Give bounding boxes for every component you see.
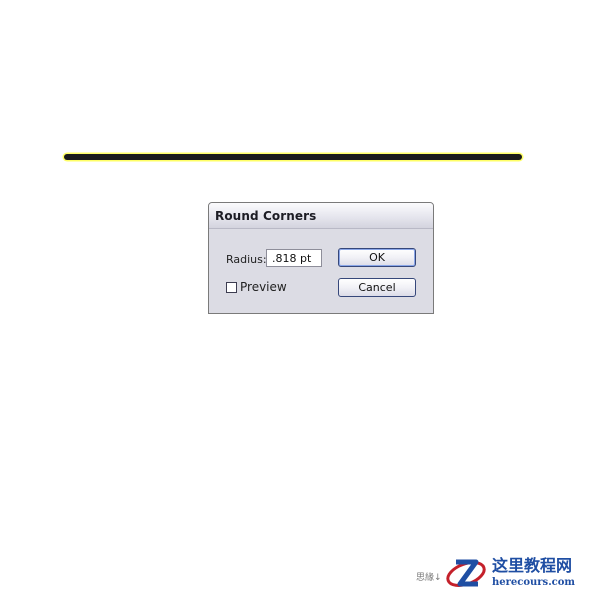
- dialog-body: Radius: OK Preview Cancel: [209, 229, 433, 313]
- rounded-line-graphic: [62, 152, 524, 162]
- watermark-site-name-en: herecours.com: [492, 577, 576, 588]
- round-corners-dialog: Round Corners Radius: OK Preview Cancel: [208, 202, 434, 314]
- watermark-site-name-cn: 这里教程网: [492, 556, 573, 575]
- rounded-line-shape[interactable]: [62, 152, 524, 162]
- radius-label: Radius:: [226, 253, 267, 266]
- ok-button[interactable]: OK: [338, 248, 416, 267]
- preview-option[interactable]: Preview: [226, 280, 287, 294]
- dialog-title: Round Corners: [215, 209, 317, 223]
- radius-input[interactable]: [266, 249, 322, 267]
- preview-label: Preview: [240, 280, 287, 294]
- dialog-titlebar[interactable]: Round Corners: [209, 203, 433, 229]
- artboard-canvas: Round Corners Radius: OK Preview Cancel …: [0, 0, 600, 600]
- watermark-small-text: 思緣↓: [416, 573, 442, 583]
- z-logo-icon: [446, 559, 486, 587]
- watermark: 思緣↓ 这里教程网 herecours.com: [416, 546, 596, 596]
- preview-checkbox[interactable]: [226, 281, 237, 293]
- cancel-button[interactable]: Cancel: [338, 278, 416, 297]
